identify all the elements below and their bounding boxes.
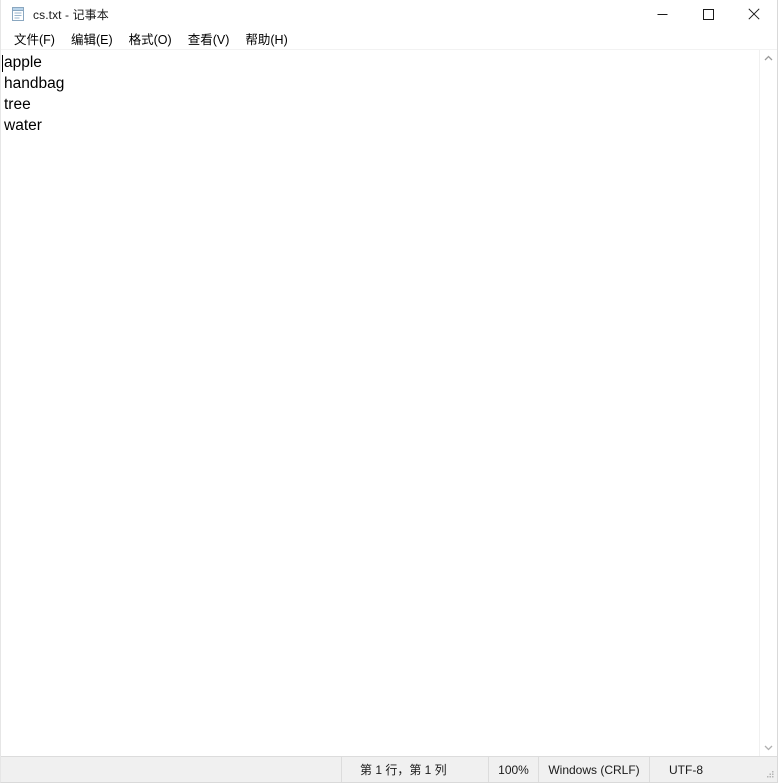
scrollbar-track[interactable] [760, 67, 777, 739]
window-controls [639, 0, 777, 28]
title-bar-left: cs.txt - 记事本 [1, 6, 109, 23]
title-bar[interactable]: cs.txt - 记事本 [1, 0, 777, 28]
notepad-window: cs.txt - 记事本 文件(F) 编辑(E) 格式(O) 查看(V) 帮助(… [0, 0, 778, 783]
editor-area: apple handbag tree water [1, 50, 777, 756]
menu-view[interactable]: 查看(V) [180, 28, 238, 50]
document-line: water [4, 117, 42, 134]
notepad-icon [10, 6, 26, 22]
window-title: cs.txt - 记事本 [33, 7, 109, 22]
chevron-up-icon[interactable] [760, 50, 777, 67]
chevron-down-icon[interactable] [760, 739, 777, 756]
menu-help[interactable]: 帮助(H) [237, 28, 295, 50]
status-cursor-position: 第 1 行，第 1 列 [341, 757, 488, 782]
status-line-ending[interactable]: Windows (CRLF) [538, 757, 649, 782]
menu-format[interactable]: 格式(O) [121, 28, 180, 50]
menu-edit[interactable]: 编辑(E) [63, 28, 121, 50]
status-bar: 第 1 行，第 1 列 100% Windows (CRLF) UTF-8 [1, 756, 777, 782]
status-zoom-level[interactable]: 100% [488, 757, 538, 782]
resize-grip-icon[interactable] [762, 757, 777, 782]
minimize-button[interactable] [639, 0, 685, 28]
document-line: handbag [4, 75, 65, 92]
vertical-scrollbar[interactable] [759, 50, 777, 756]
document-line: tree [4, 96, 31, 113]
close-button[interactable] [731, 0, 777, 28]
menu-bar: 文件(F) 编辑(E) 格式(O) 查看(V) 帮助(H) [1, 28, 777, 50]
text-editor[interactable]: apple handbag tree water [1, 50, 759, 756]
status-encoding[interactable]: UTF-8 [649, 757, 762, 782]
text-caret [2, 55, 3, 72]
document-line: apple [4, 54, 42, 71]
maximize-button[interactable] [685, 0, 731, 28]
menu-file[interactable]: 文件(F) [6, 28, 63, 50]
